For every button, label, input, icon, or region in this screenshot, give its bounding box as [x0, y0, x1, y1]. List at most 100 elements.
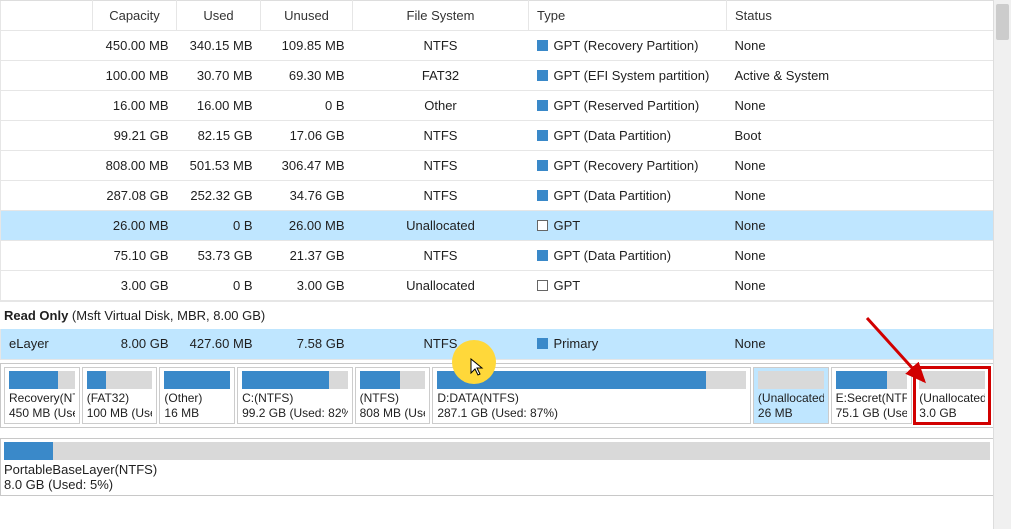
col-left[interactable]	[1, 1, 93, 31]
disk-map-1[interactable]: Recovery(NTFS)450 MB (Used(FAT32)100 MB …	[0, 363, 994, 428]
table-row[interactable]: 99.21 GB82.15 GB17.06 GBNTFSGPT (Data Pa…	[1, 121, 995, 151]
cell-name	[1, 241, 93, 271]
table-row[interactable]: 100.00 MB30.70 MB69.30 MBFAT32GPT (EFI S…	[1, 61, 995, 91]
table-row[interactable]: eLayer8.00 GB427.60 MB7.58 GBNTFSPrimary…	[1, 329, 995, 359]
cell-capacity: 287.08 GB	[93, 181, 177, 211]
cell-capacity: 75.10 GB	[93, 241, 177, 271]
cell-type: GPT (Data Partition)	[529, 121, 727, 151]
cell-used: 16.00 MB	[177, 91, 261, 121]
cell-status: None	[727, 151, 995, 181]
block-sublabel: 26 MB	[758, 406, 824, 421]
partition-type-icon	[537, 160, 548, 171]
block-label: C:(NTFS)	[242, 391, 348, 406]
cell-type: GPT (Recovery Partition)	[529, 31, 727, 61]
cell-name	[1, 151, 93, 181]
block-label: (FAT32)	[87, 391, 153, 406]
cell-unused: 7.58 GB	[261, 329, 353, 359]
partition-type-icon	[537, 220, 548, 231]
block-sublabel: 450 MB (Used	[9, 406, 75, 421]
col-used[interactable]: Used	[177, 1, 261, 31]
block-usage-fill	[360, 371, 401, 389]
disk-block[interactable]: Recovery(NTFS)450 MB (Used	[4, 367, 80, 424]
disk-block[interactable]: (FAT32)100 MB (Used	[82, 367, 158, 424]
cell-capacity: 3.00 GB	[93, 271, 177, 301]
vertical-scrollbar[interactable]	[993, 0, 1011, 529]
col-capacity[interactable]: Capacity	[93, 1, 177, 31]
block-label: (Unallocated)	[919, 391, 985, 406]
table-row[interactable]: 808.00 MB501.53 MB306.47 MBNTFSGPT (Reco…	[1, 151, 995, 181]
disk-block[interactable]: (NTFS)808 MB (Used	[355, 367, 431, 424]
partition-table[interactable]: Capacity Used Unused File System Type St…	[0, 0, 995, 301]
cell-used: 501.53 MB	[177, 151, 261, 181]
cell-type: GPT (EFI System partition)	[529, 61, 727, 91]
block-usage-bar	[242, 371, 348, 389]
cell-status: None	[727, 329, 995, 359]
table-row[interactable]: 75.10 GB53.73 GB21.37 GBNTFSGPT (Data Pa…	[1, 241, 995, 271]
cell-unused: 306.47 MB	[261, 151, 353, 181]
disk-block[interactable]: (Unallocated)26 MB	[753, 367, 829, 424]
cell-used: 53.73 GB	[177, 241, 261, 271]
cell-fs: Other	[353, 91, 529, 121]
cell-status: None	[727, 31, 995, 61]
cell-name	[1, 61, 93, 91]
partition-type-icon	[537, 70, 548, 81]
partition-type-icon	[537, 130, 548, 141]
block-usage-fill	[242, 371, 329, 389]
block-usage-bar	[164, 371, 230, 389]
cell-type: GPT (Data Partition)	[529, 181, 727, 211]
disk-block[interactable]: E:Secret(NTFS)75.1 GB (Used:	[831, 367, 913, 424]
cell-type: Primary	[529, 329, 727, 359]
col-fs[interactable]: File System	[353, 1, 529, 31]
disk-2-header: Read Only (Msft Virtual Disk, MBR, 8.00 …	[0, 301, 1011, 329]
table-row[interactable]: 287.08 GB252.32 GB34.76 GBNTFSGPT (Data …	[1, 181, 995, 211]
cell-status: None	[727, 211, 995, 241]
cell-unused: 0 B	[261, 91, 353, 121]
col-unused[interactable]: Unused	[261, 1, 353, 31]
cell-type: GPT	[529, 211, 727, 241]
disk-2-block-sub: 8.0 GB (Used: 5%)	[4, 477, 990, 492]
cell-fs: NTFS	[353, 329, 529, 359]
cell-capacity: 8.00 GB	[93, 329, 177, 359]
cell-fs: NTFS	[353, 121, 529, 151]
col-status[interactable]: Status	[727, 1, 995, 31]
disk-block[interactable]: (Unallocated)3.0 GB	[914, 367, 990, 424]
partition-table-2[interactable]: eLayer8.00 GB427.60 MB7.58 GBNTFSPrimary…	[0, 329, 995, 360]
cell-capacity: 99.21 GB	[93, 121, 177, 151]
cell-fs: NTFS	[353, 31, 529, 61]
block-usage-bar	[9, 371, 75, 389]
cell-status: Active & System	[727, 61, 995, 91]
disk-block[interactable]: (Other)16 MB	[159, 367, 235, 424]
cell-unused: 69.30 MB	[261, 61, 353, 91]
disk-2-block-label: PortableBaseLayer(NTFS)	[4, 462, 990, 477]
cell-status: None	[727, 241, 995, 271]
disk-map-2[interactable]: PortableBaseLayer(NTFS) 8.0 GB (Used: 5%…	[0, 438, 994, 496]
disk-block[interactable]: C:(NTFS)99.2 GB (Used: 82%)	[237, 367, 353, 424]
cell-unused: 17.06 GB	[261, 121, 353, 151]
cell-fs: NTFS	[353, 151, 529, 181]
cell-used: 30.70 MB	[177, 61, 261, 91]
table-row[interactable]: 16.00 MB16.00 MB0 BOtherGPT (Reserved Pa…	[1, 91, 995, 121]
partition-type-icon	[537, 100, 548, 111]
partition-type-icon	[537, 280, 548, 291]
scrollbar-thumb[interactable]	[996, 4, 1009, 40]
block-usage-bar	[836, 371, 908, 389]
partition-type-icon	[537, 40, 548, 51]
cell-status: None	[727, 181, 995, 211]
cell-unused: 21.37 GB	[261, 241, 353, 271]
table-row[interactable]: 26.00 MB0 B26.00 MBUnallocatedGPTNone	[1, 211, 995, 241]
cell-name	[1, 121, 93, 151]
cell-status: Boot	[727, 121, 995, 151]
header-row[interactable]: Capacity Used Unused File System Type St…	[1, 1, 995, 31]
block-sublabel: 3.0 GB	[919, 406, 985, 421]
cell-capacity: 16.00 MB	[93, 91, 177, 121]
block-usage-bar	[87, 371, 153, 389]
block-usage-bar	[360, 371, 426, 389]
partition-type-icon	[537, 250, 548, 261]
partition-type-icon	[537, 190, 548, 201]
col-type[interactable]: Type	[529, 1, 727, 31]
cell-name	[1, 91, 93, 121]
table-row[interactable]: 3.00 GB0 B3.00 GBUnallocatedGPTNone	[1, 271, 995, 301]
cell-status: None	[727, 91, 995, 121]
disk-2-usage-fill	[4, 442, 53, 460]
table-row[interactable]: 450.00 MB340.15 MB109.85 MBNTFSGPT (Reco…	[1, 31, 995, 61]
